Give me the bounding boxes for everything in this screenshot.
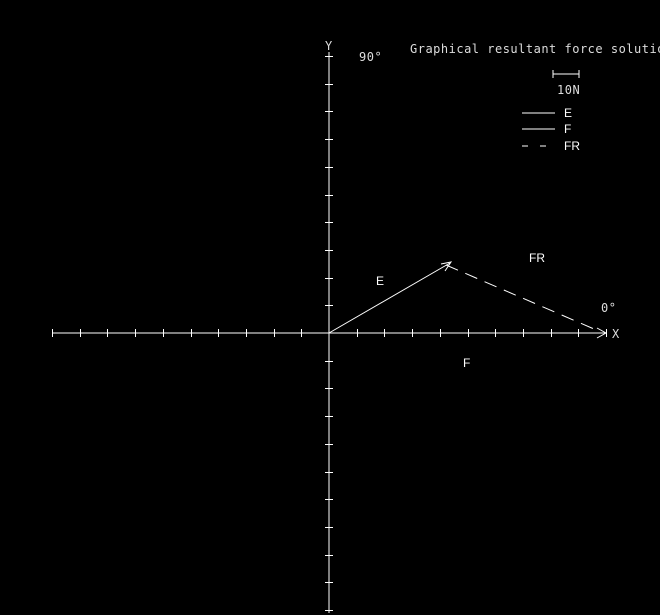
legend: E F FR	[522, 106, 580, 153]
x-axis-label: X	[612, 327, 620, 341]
angle-0-label: 0°	[601, 301, 616, 315]
force-diagram-canvas: X Y 90° 0° Graphical resultant force sol…	[52, 39, 660, 613]
y-axis-label: Y	[325, 39, 333, 53]
legend-label-e: E	[564, 106, 572, 120]
vectors: E F FR	[328, 251, 608, 370]
legend-label-fr: FR	[564, 139, 580, 153]
vector-fr-label: FR	[529, 251, 545, 265]
vector-e-label: E	[376, 274, 384, 288]
axes: X Y 90° 0°	[52, 39, 620, 613]
legend-label-f: F	[564, 122, 571, 136]
vector-fr	[445, 264, 595, 330]
vector-f-label: F	[463, 356, 470, 370]
vector-e	[328, 262, 451, 334]
diagram-title: Graphical resultant force solution	[410, 42, 660, 56]
angle-90-label: 90°	[359, 50, 382, 64]
scale-bar-label: 10N	[557, 83, 580, 97]
scale-bar: 10N	[552, 70, 580, 97]
